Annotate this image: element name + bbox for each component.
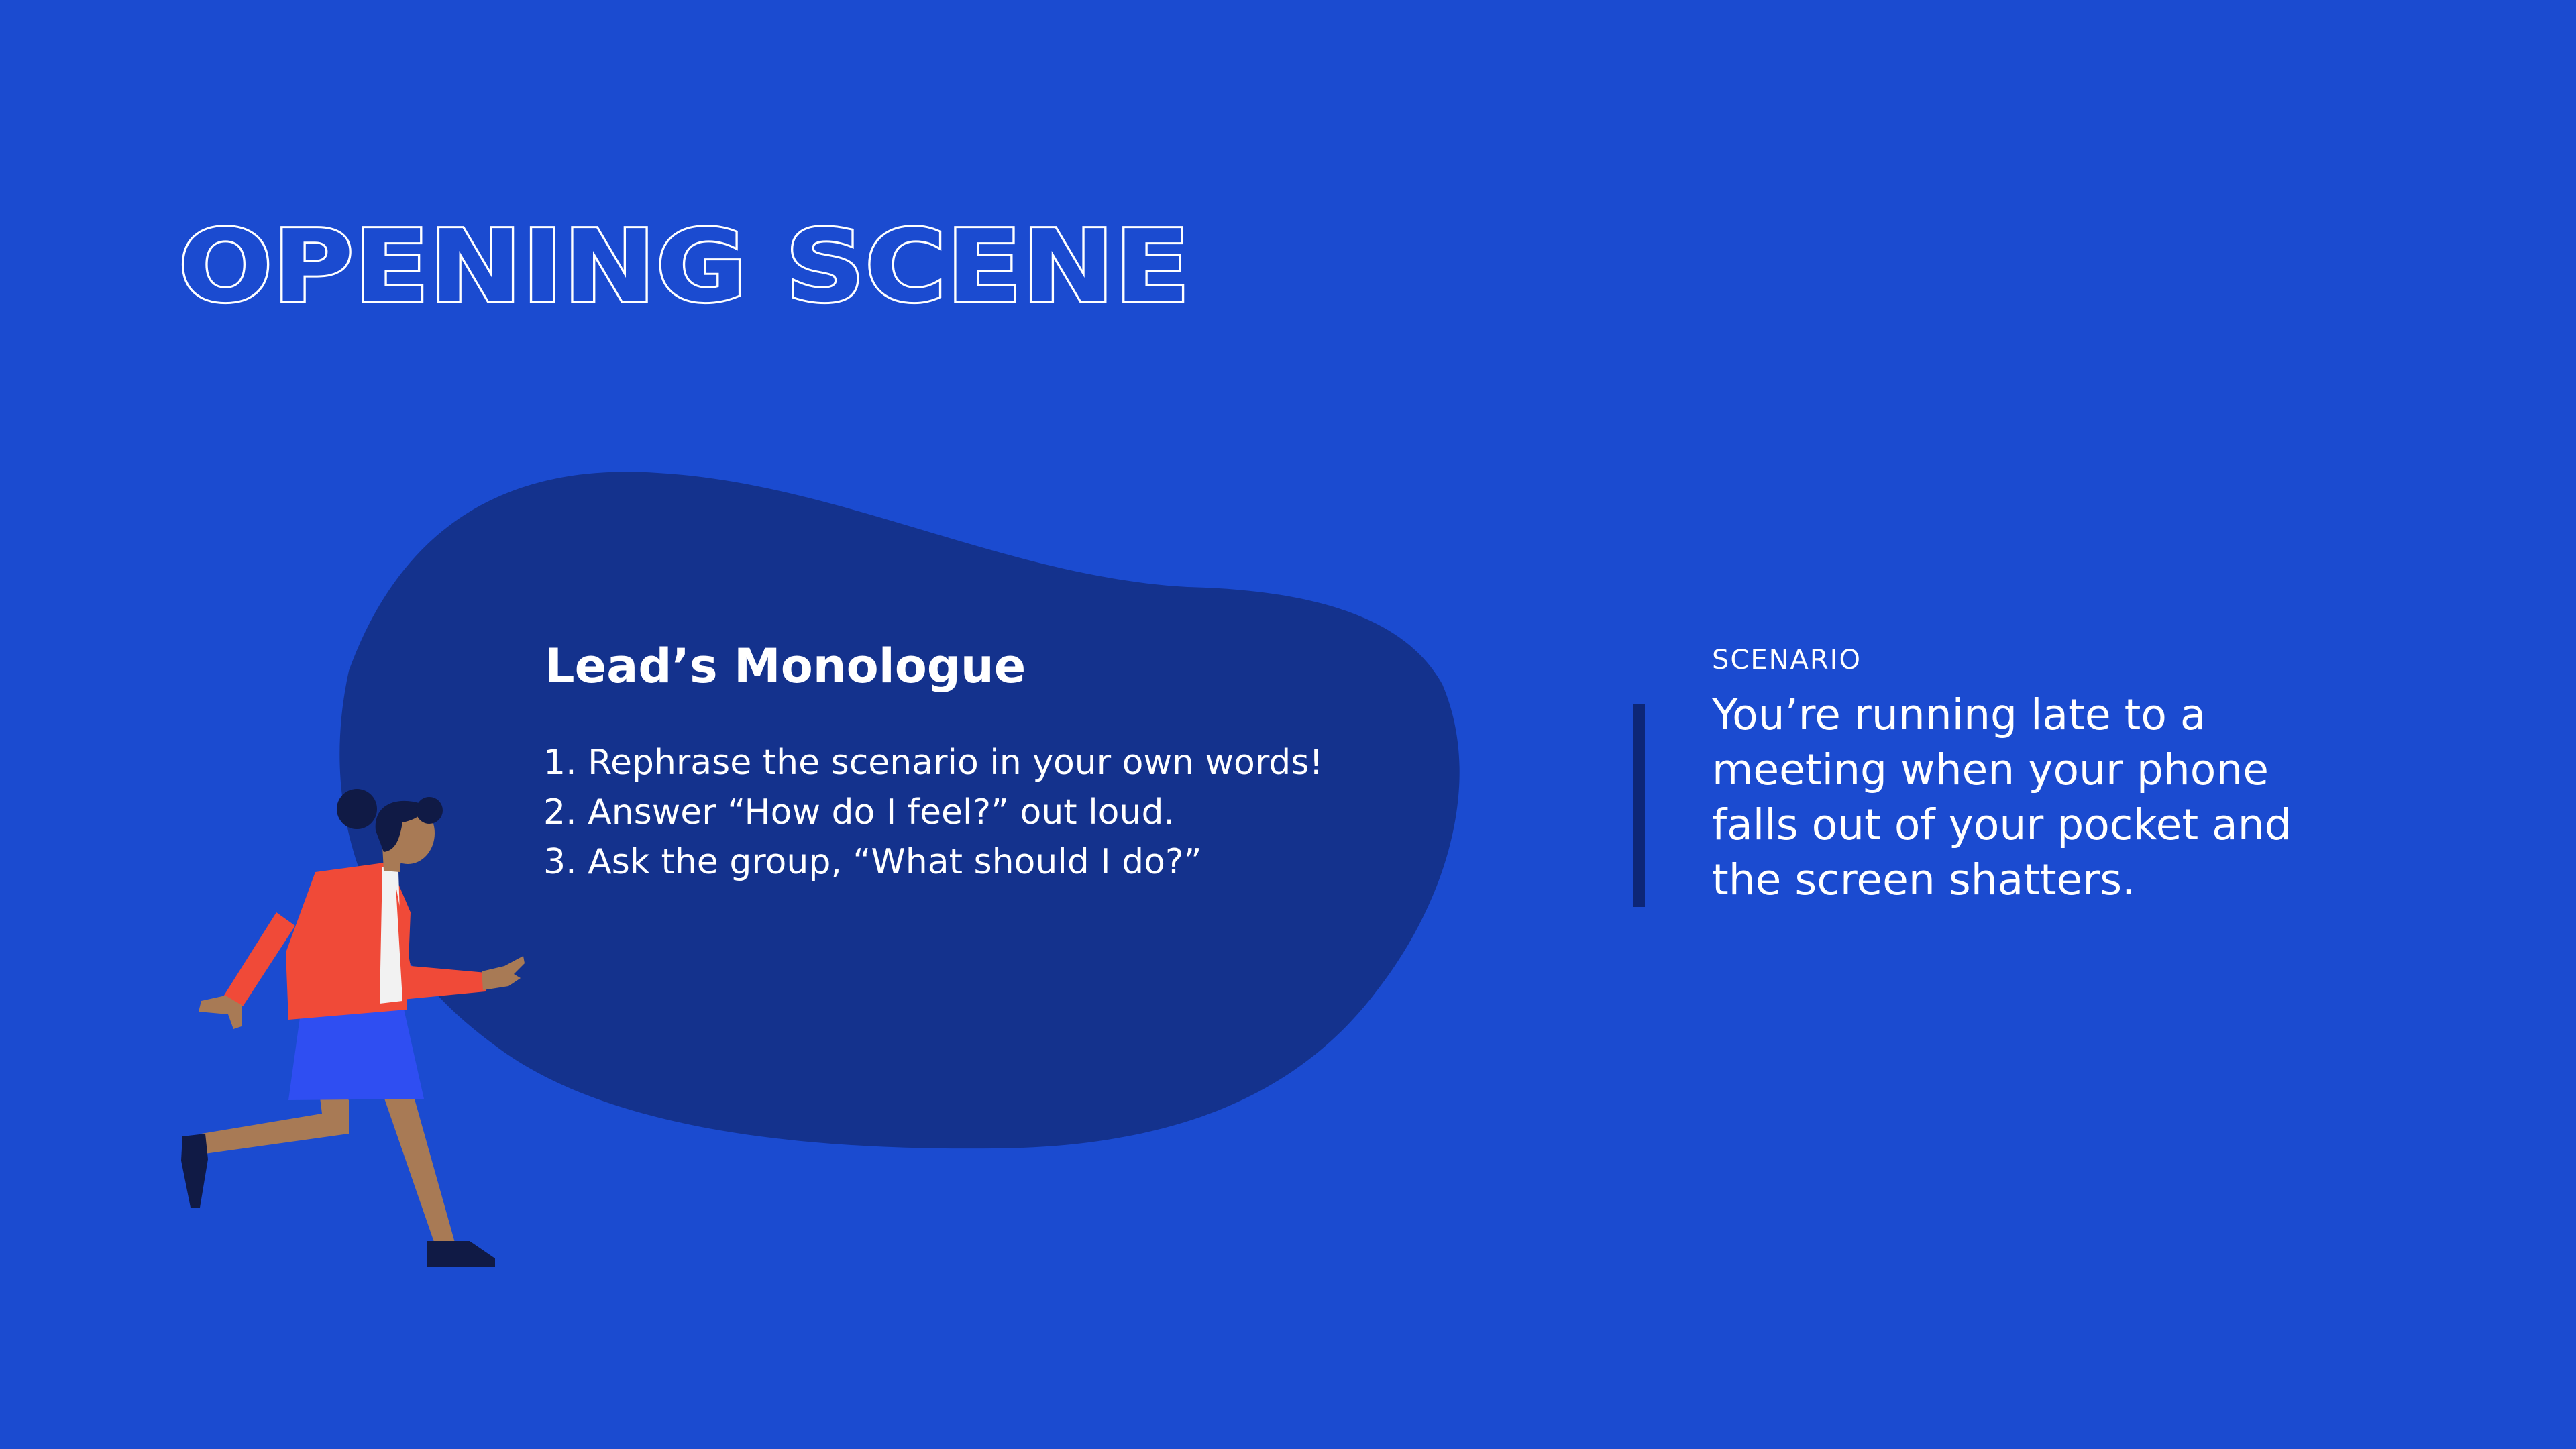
running-woman-illustration [181, 789, 525, 1267]
back-shoe [181, 1134, 208, 1208]
hair-bun [337, 789, 377, 829]
front-leg [376, 1073, 455, 1248]
front-arm [396, 885, 486, 1000]
hair-bun-small [416, 797, 443, 824]
front-shoe [427, 1241, 495, 1267]
back-arm [221, 912, 295, 1006]
front-hand [482, 956, 525, 990]
